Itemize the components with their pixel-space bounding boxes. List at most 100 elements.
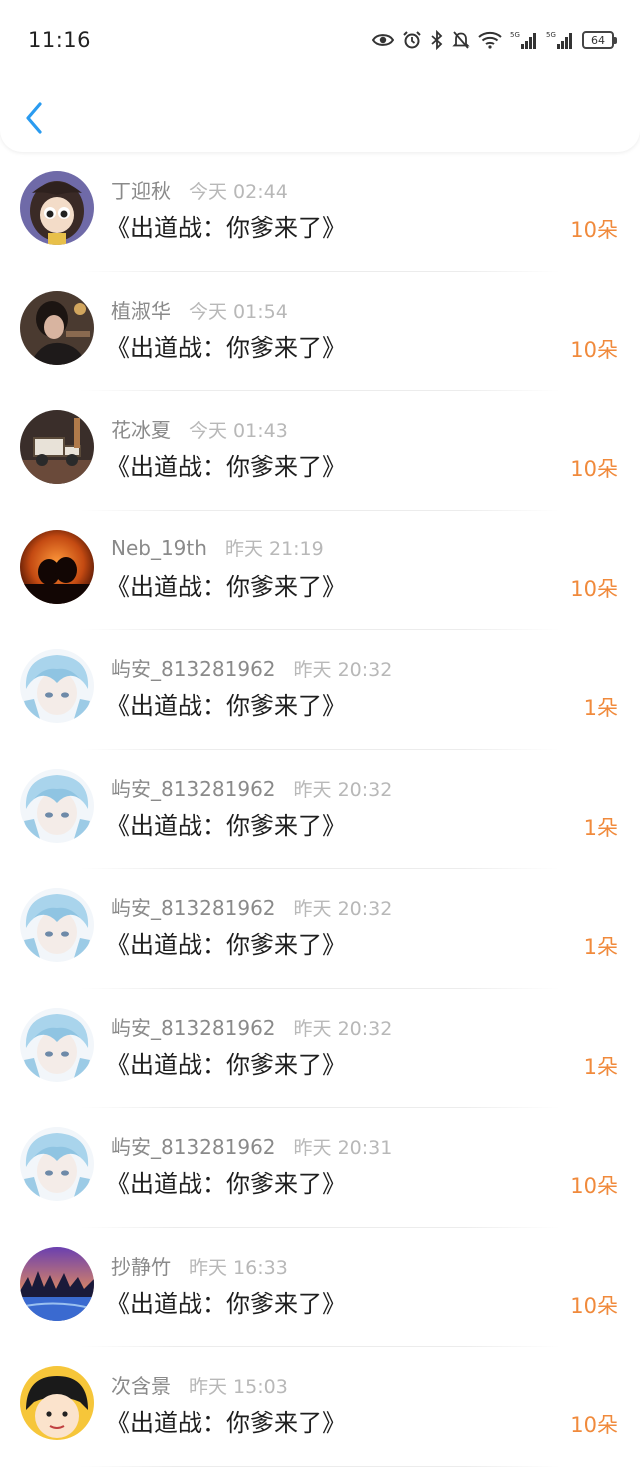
book-title[interactable]: 《出道战：你爹来了》 [106,806,346,841]
bluetooth-icon [431,30,443,50]
status-bar: 11:16 5G 5G 64 [0,0,640,82]
avatar[interactable] [20,768,94,843]
user-name[interactable]: 植淑华 [111,295,171,324]
record-meta: 屿安_813281962 昨天 20:32 [111,1012,392,1040]
list-item[interactable]: 花冰夏 今天 01:43 《出道战：你爹来了》 10朵 [0,391,640,511]
status-icons: 5G 5G 64 [372,28,617,52]
user-name[interactable]: 屿安_813281962 [111,653,276,682]
record-meta: Neb_19th 昨天 21:19 [111,534,324,562]
book-title[interactable]: 《出道战：你爹来了》 [106,208,346,243]
timestamp: 今天 01:43 [189,420,288,442]
timestamp: 昨天 20:31 [293,1137,393,1159]
mute-bell-icon [452,31,470,49]
divider [80,1465,560,1467]
dark-photo-avatar [20,290,94,365]
avatar[interactable] [20,410,94,484]
list-item[interactable]: Neb_19th 昨天 21:19 《出道战：你爹来了》 10朵 [0,511,640,630]
list-item[interactable]: 屿安_813281962 昨天 20:32 《出道战：你爹来了》 1朵 [0,869,640,989]
gift-amount: 1朵 [583,935,618,959]
list-item[interactable]: 次含景 昨天 15:03 《出道战：你爹来了》 10朵 [0,1347,640,1467]
signal-icon: 5G [546,31,572,49]
book-title[interactable]: 《出道战：你爹来了》 [106,567,346,602]
timestamp: 昨天 20:32 [293,1017,393,1040]
list-item[interactable]: 屿安_813281962 昨天 20:31 《出道战：你爹来了》 10朵 [0,1108,640,1228]
gift-amount: 10朵 [570,1293,618,1318]
blue-hair-anime-avatar [20,1127,94,1201]
chevron-left-icon [26,102,42,134]
blue-hair-anime-avatar [20,1007,94,1082]
status-time: 11:16 [28,28,92,52]
record-meta: 植淑华 今天 01:54 [111,295,288,323]
timestamp: 昨天 15:03 [189,1376,288,1398]
gift-record-list: 丁迎秋 今天 02:44 《出道战：你爹来了》 10朵 植淑华 今天 01:54… [0,152,640,1467]
avatar[interactable] [20,888,94,962]
record-meta: 抄静竹 昨天 16:33 [111,1251,288,1279]
record-meta: 次含景 昨天 15:03 [111,1370,288,1398]
gift-amount: 10朵 [570,576,618,601]
blue-hair-anime-avatar [20,768,94,843]
gift-amount: 10朵 [570,457,618,481]
avatar[interactable] [20,171,94,245]
list-item[interactable]: 植淑华 今天 01:54 《出道战：你爹来了》 10朵 [0,272,640,391]
timestamp: 昨天 20:32 [293,659,393,681]
svg-text:5G: 5G [546,31,556,39]
vintage-car-avatar [20,410,94,484]
user-name[interactable]: 抄静竹 [111,1251,171,1280]
user-name[interactable]: 次含景 [111,1370,171,1399]
avatar[interactable] [20,529,94,604]
record-meta: 屿安_813281962 昨天 20:32 [111,653,392,681]
user-name[interactable]: 花冰夏 [111,414,171,443]
gift-amount: 10朵 [570,218,618,242]
cartoon-girl-avatar [20,1366,94,1440]
book-title[interactable]: 《出道战：你爹来了》 [106,328,346,363]
record-meta: 屿安_813281962 昨天 20:31 [111,1131,392,1159]
avatar[interactable] [20,1246,94,1321]
book-title[interactable]: 《出道战：你爹来了》 [106,1403,346,1438]
book-title[interactable]: 《出道战：你爹来了》 [106,1045,346,1080]
top-header: 11:16 5G 5G 64 [0,0,640,152]
list-item[interactable]: 屿安_813281962 昨天 20:32 《出道战：你爹来了》 1朵 [0,630,640,750]
user-name[interactable]: 屿安_813281962 [111,773,276,802]
avatar[interactable] [20,290,94,365]
book-title[interactable]: 《出道战：你爹来了》 [106,925,346,960]
book-title[interactable]: 《出道战：你爹来了》 [106,1284,346,1319]
record-meta: 花冰夏 今天 01:43 [111,414,288,442]
eye-icon [372,34,394,46]
wifi-icon [478,31,502,49]
avatar[interactable] [20,649,94,723]
gift-amount: 10朵 [570,337,618,362]
avatar[interactable] [20,1366,94,1440]
list-item[interactable]: 屿安_813281962 昨天 20:32 《出道战：你爹来了》 1朵 [0,750,640,869]
book-title[interactable]: 《出道战：你爹来了》 [106,1164,346,1199]
user-name[interactable]: 屿安_813281962 [111,892,276,921]
blue-hair-anime-avatar [20,888,94,962]
back-button[interactable] [14,96,54,140]
timestamp: 昨天 20:32 [293,778,393,801]
avatar[interactable] [20,1007,94,1082]
timestamp: 昨天 21:19 [224,537,324,560]
book-title[interactable]: 《出道战：你爹来了》 [106,447,346,482]
user-name[interactable]: Neb_19th [111,536,207,560]
record-meta: 丁迎秋 今天 02:44 [111,175,288,203]
gift-amount: 1朵 [583,696,618,720]
record-meta: 屿安_813281962 昨天 20:32 [111,773,392,801]
winter-landscape-avatar [20,1246,94,1321]
svg-text:5G: 5G [510,31,520,39]
timestamp: 昨天 16:33 [189,1256,288,1279]
blue-hair-anime-avatar [20,649,94,723]
gift-amount: 10朵 [570,1174,618,1198]
book-title[interactable]: 《出道战：你爹来了》 [106,686,346,721]
avatar[interactable] [20,1127,94,1201]
list-item[interactable]: 抄静竹 昨天 16:33 《出道战：你爹来了》 10朵 [0,1228,640,1347]
user-name[interactable]: 屿安_813281962 [111,1012,276,1041]
gift-amount: 1朵 [583,815,618,840]
list-item[interactable]: 丁迎秋 今天 02:44 《出道战：你爹来了》 10朵 [0,152,640,272]
sunset-silhouette-avatar [20,529,94,604]
signal-icon: 5G [510,31,536,49]
list-item[interactable]: 屿安_813281962 昨天 20:32 《出道战：你爹来了》 1朵 [0,989,640,1108]
record-meta: 屿安_813281962 昨天 20:32 [111,892,392,920]
user-name[interactable]: 丁迎秋 [111,175,171,204]
gift-amount: 1朵 [583,1054,618,1079]
timestamp: 今天 02:44 [189,181,288,203]
user-name[interactable]: 屿安_813281962 [111,1131,276,1160]
